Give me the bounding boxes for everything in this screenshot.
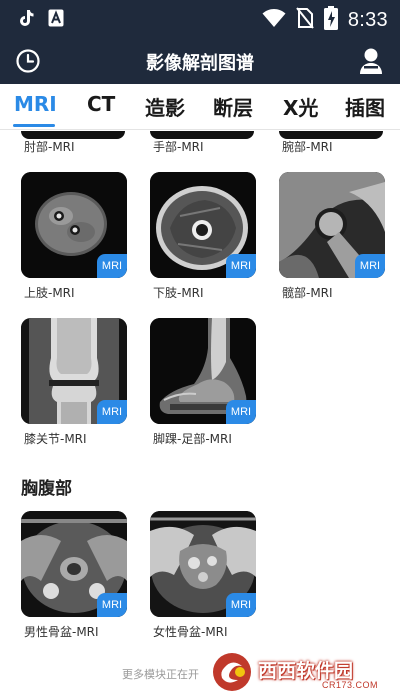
mri-badge: MRI bbox=[226, 593, 256, 617]
wrist-mri-label[interactable]: 腕部-MRI bbox=[282, 138, 333, 155]
no-sim-icon bbox=[296, 7, 314, 33]
active-tab-indicator bbox=[13, 124, 55, 127]
mri-badge: MRI bbox=[355, 254, 385, 278]
mri-badge: MRI bbox=[226, 254, 256, 278]
page-title: 影像解剖图谱 bbox=[146, 53, 254, 74]
tab-xray[interactable]: X光 bbox=[283, 92, 318, 121]
female-pelvis-mri-label[interactable]: 女性骨盆-MRI bbox=[153, 623, 228, 640]
content-scroll-area[interactable]: 肘部-MRI 手部-MRI 腕部-MRI MRI MRI MRI 上肢-MRI … bbox=[0, 131, 400, 700]
lower-limb-mri-card[interactable]: MRI bbox=[150, 172, 256, 278]
status-bar: 8:33 bbox=[0, 0, 400, 38]
watermark-text: 西西软件园 bbox=[258, 660, 354, 682]
knee-mri-label[interactable]: 膝关节-MRI bbox=[24, 430, 87, 447]
app-bar: 影像解剖图谱 bbox=[0, 38, 400, 84]
mri-badge: MRI bbox=[226, 400, 256, 424]
more-modules-notice: 更多模块正在开 bbox=[122, 668, 199, 681]
upper-limb-mri-card[interactable]: MRI bbox=[21, 172, 127, 278]
tab-mri[interactable]: MRI bbox=[14, 92, 57, 116]
female-pelvis-mri-card[interactable]: MRI bbox=[150, 511, 256, 617]
status-time: 8:33 bbox=[347, 8, 388, 31]
hand-mri-label[interactable]: 手部-MRI bbox=[153, 138, 204, 155]
user-profile-button[interactable] bbox=[356, 45, 386, 77]
male-pelvis-mri-label[interactable]: 男性骨盆-MRI bbox=[24, 623, 99, 640]
tab-angiography[interactable]: 造影 bbox=[145, 92, 185, 121]
hip-mri-card[interactable]: MRI bbox=[279, 172, 385, 278]
font-a-icon bbox=[48, 9, 64, 31]
category-tabs: MRI CT 造影 断层 X光 插图 bbox=[0, 84, 400, 130]
ankle-foot-mri-card[interactable]: MRI bbox=[150, 318, 256, 424]
mri-badge: MRI bbox=[97, 400, 127, 424]
section-title-chest-abdomen: 胸腹部 bbox=[21, 479, 72, 499]
watermark-logo: 西西软件园 CR173.COM bbox=[210, 650, 396, 694]
mri-badge: MRI bbox=[97, 593, 127, 617]
lower-limb-mri-label[interactable]: 下肢-MRI bbox=[153, 284, 204, 301]
tab-illustration[interactable]: 插图 bbox=[345, 92, 385, 121]
male-pelvis-mri-card[interactable]: MRI bbox=[21, 511, 127, 617]
upper-limb-mri-label[interactable]: 上肢-MRI bbox=[24, 284, 75, 301]
battery-charging-icon bbox=[323, 6, 338, 34]
hip-mri-label[interactable]: 髋部-MRI bbox=[282, 284, 333, 301]
mri-badge: MRI bbox=[97, 254, 127, 278]
wifi-icon bbox=[262, 8, 286, 32]
user-icon bbox=[360, 48, 382, 74]
watermark-subtext: CR173.COM bbox=[322, 680, 379, 690]
ankle-foot-mri-label[interactable]: 脚踝-足部-MRI bbox=[153, 430, 232, 447]
tab-ct[interactable]: CT bbox=[87, 92, 115, 116]
tiktok-icon bbox=[18, 9, 34, 31]
elbow-mri-label[interactable]: 肘部-MRI bbox=[24, 138, 75, 155]
tab-sectional[interactable]: 断层 bbox=[213, 92, 253, 121]
knee-mri-card[interactable]: MRI bbox=[21, 318, 127, 424]
